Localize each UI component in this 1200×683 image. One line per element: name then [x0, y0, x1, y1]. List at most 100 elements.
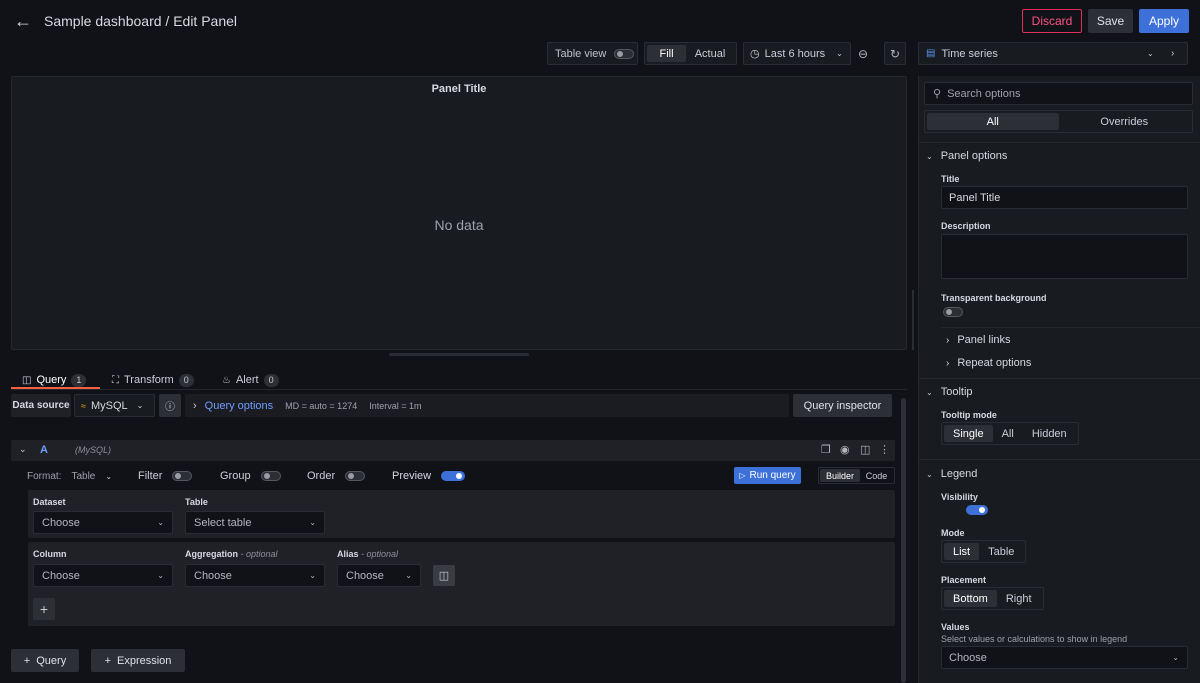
transform-icon: ⛶ — [112, 374, 119, 386]
trash-icon[interactable]: ◫ — [860, 443, 870, 456]
column-value: Choose — [42, 569, 80, 582]
tooltip-mode-hidden[interactable]: Hidden — [1023, 425, 1076, 442]
add-query-button[interactable]: + Query — [11, 649, 79, 672]
max-data-points-info: MD = auto = 1274 — [285, 400, 358, 411]
builder-option[interactable]: Builder — [820, 469, 860, 482]
dataset-select[interactable]: Choose ⌄ — [33, 511, 173, 534]
bell-icon: ♨ — [222, 374, 231, 386]
zoom-out-icon[interactable]: ⊖ — [852, 42, 874, 65]
dataset-value: Choose — [42, 516, 80, 529]
pane-splitter[interactable] — [389, 353, 529, 356]
visualization-label: Time series — [941, 47, 998, 60]
query-datasource-name: (MySQL) — [75, 445, 111, 455]
query-scrollbar[interactable] — [901, 398, 906, 683]
refresh-icon[interactable]: ↻ — [884, 42, 906, 65]
chevron-down-icon: ⌄ — [836, 49, 843, 58]
collapse-chevron-icon[interactable]: ⌄ — [19, 444, 27, 455]
add-column-plus-icon[interactable]: + — [33, 598, 55, 620]
alias-label-text: Alias — [337, 549, 359, 559]
tab-transform[interactable]: ⛶ Transform 0 — [112, 371, 194, 389]
aggregation-select[interactable]: Choose ⌄ — [185, 564, 325, 587]
tooltip-header[interactable]: ⌄ Tooltip — [926, 385, 973, 399]
divider — [918, 142, 1200, 143]
repeat-options-section[interactable]: › Repeat options — [946, 356, 1031, 370]
description-textarea[interactable] — [941, 234, 1188, 279]
vertical-splitter[interactable] — [912, 290, 914, 350]
transparent-background-label: Transparent background — [941, 293, 1047, 303]
visualization-picker[interactable]: ▤ Time series ⌄ › — [918, 42, 1188, 65]
column-select[interactable]: Choose ⌄ — [33, 564, 173, 587]
tab-alert-label: Alert — [235, 374, 259, 386]
tooltip-mode-single[interactable]: Single — [944, 425, 993, 442]
tab-transform-label: Transform — [124, 374, 174, 386]
duplicate-icon[interactable]: ❐ — [821, 443, 831, 456]
chevron-down-icon: ⌄ — [926, 151, 933, 161]
legend-header[interactable]: ⌄ Legend — [926, 467, 977, 481]
query-options[interactable]: › Query options MD = auto = 1274 Interva… — [185, 394, 789, 417]
query-row-header[interactable]: ⌄ A (MySQL) ❐ ◉ ◫ ⋮ — [11, 440, 895, 461]
tooltip-mode-all[interactable]: All — [993, 425, 1023, 442]
filter-toggle[interactable]: Filter — [138, 468, 193, 484]
placement-bottom[interactable]: Bottom — [944, 590, 997, 607]
visibility-label: Visibility — [941, 492, 978, 502]
search-options-input[interactable]: ⚲ Search options — [924, 82, 1193, 105]
chevron-right-icon[interactable]: › — [1171, 48, 1174, 59]
tab-all[interactable]: All — [927, 113, 1059, 130]
title-input[interactable]: Panel Title — [941, 186, 1188, 209]
chevron-down-icon: ⌄ — [405, 571, 412, 580]
transparent-background-switch[interactable] — [943, 307, 963, 317]
datasource-select[interactable]: ≈ MySQL ⌄ — [74, 394, 155, 417]
panel-title: Panel Title — [431, 83, 487, 95]
filter-switch[interactable] — [172, 471, 193, 481]
tab-query-count: 1 — [71, 373, 87, 387]
legend-mode-table[interactable]: Table — [979, 543, 1023, 560]
discard-button[interactable]: Discard — [1022, 9, 1082, 33]
chevron-down-icon: ⌄ — [157, 571, 164, 580]
apply-button[interactable]: Apply — [1139, 9, 1189, 33]
actual-option[interactable]: Actual — [686, 45, 734, 62]
remove-column-trash-icon[interactable]: ◫ — [433, 565, 455, 586]
query-inspector-button[interactable]: Query inspector — [793, 394, 892, 417]
code-option[interactable]: Code — [860, 469, 893, 482]
back-arrow-icon[interactable]: ← — [14, 11, 32, 31]
panel-links-section[interactable]: › Panel links — [946, 333, 1011, 347]
panel-preview: Panel Title No data — [11, 76, 907, 350]
query-options-link[interactable]: Query options — [205, 400, 273, 412]
legend-mode-list[interactable]: List — [944, 543, 980, 560]
table-view-toggle[interactable]: Table view — [547, 42, 638, 65]
run-query-button[interactable]: ▷ Run query — [734, 467, 801, 484]
page-title: Sample dashboard / Edit Panel — [44, 13, 238, 29]
tab-alert[interactable]: ♨ Alert 0 — [222, 371, 279, 389]
aggregation-label-text: Aggregation — [185, 549, 238, 559]
eye-icon[interactable]: ◉ — [840, 443, 850, 456]
fill-option[interactable]: Fill — [647, 45, 686, 62]
alias-select[interactable]: Choose ⌄ — [337, 564, 421, 587]
group-toggle[interactable]: Group — [220, 468, 281, 484]
table-view-switch[interactable] — [614, 48, 635, 59]
table-select[interactable]: Select table ⌄ — [185, 511, 325, 534]
group-switch[interactable] — [260, 471, 281, 481]
placement-right[interactable]: Right — [997, 590, 1041, 607]
time-range-picker[interactable]: ◷ Last 6 hours ⌄ — [743, 42, 851, 65]
drag-handle-icon[interactable]: ⋮ — [879, 443, 890, 456]
no-data-message: No data — [434, 217, 484, 233]
chevron-down-icon: ⌄ — [1172, 653, 1179, 662]
add-expression-button[interactable]: + Expression — [91, 649, 185, 672]
chevron-down-icon: ⌄ — [1147, 49, 1154, 58]
mysql-icon: ≈ — [81, 400, 86, 411]
order-toggle[interactable]: Order — [307, 468, 366, 484]
query-ref-id[interactable]: A — [40, 444, 48, 456]
preview-toggle[interactable]: Preview — [392, 468, 466, 484]
table-view-label: Table view — [555, 47, 607, 60]
format-select[interactable]: Format: Table ⌄ — [27, 468, 112, 484]
datasource-help-icon[interactable]: ⓘ — [159, 394, 181, 417]
panel-options-header[interactable]: ⌄ Panel options — [926, 149, 1007, 163]
fill-actual-radio: Fill Actual — [644, 42, 737, 65]
add-expression-label: Expression — [117, 654, 172, 667]
tab-overrides[interactable]: Overrides — [1059, 113, 1191, 130]
save-button[interactable]: Save — [1088, 9, 1133, 33]
values-select[interactable]: Choose ⌄ — [941, 646, 1188, 669]
legend-visibility-switch[interactable] — [966, 505, 989, 515]
order-switch[interactable] — [345, 471, 366, 481]
preview-switch[interactable] — [441, 471, 466, 481]
